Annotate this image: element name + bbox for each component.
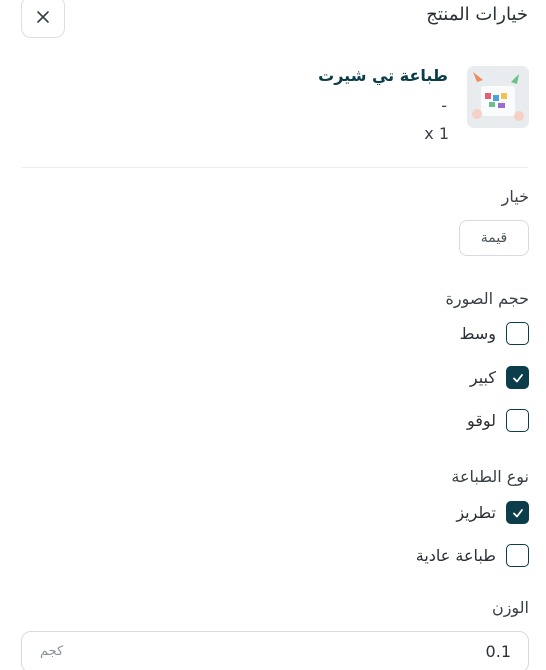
product-thumbnail (467, 66, 529, 128)
checkbox-checked[interactable] (506, 366, 529, 389)
checkmark-icon (512, 373, 523, 382)
option-label-text: كبير (469, 368, 496, 387)
option-label: خيار (501, 187, 529, 206)
image-size-option-medium[interactable]: وسط (460, 322, 529, 345)
weight-value: 0.1 (485, 642, 511, 661)
image-size-label: حجم الصورة (445, 289, 529, 308)
option-value-chip[interactable]: قيمة (459, 220, 529, 256)
checkmark-icon (512, 508, 523, 517)
product-quantity: x 1 (424, 124, 449, 143)
checkbox-checked[interactable] (506, 501, 529, 524)
divider (21, 167, 528, 168)
weight-label: الوزن (491, 598, 529, 617)
close-button[interactable] (21, 0, 65, 38)
option-label-text: لوقو (466, 411, 496, 430)
option-label-text: طباعة عادية (415, 546, 496, 565)
image-size-option-large[interactable]: كبير (470, 366, 529, 389)
print-type-option-regular[interactable]: طباعة عادية (416, 544, 529, 567)
print-type-option-embroidery[interactable]: تطريز (456, 501, 529, 524)
image-size-option-logo[interactable]: لوقو (467, 409, 529, 432)
modal-title: خيارات المنتج (426, 4, 528, 25)
checkbox[interactable] (506, 322, 529, 345)
product-variant: - (441, 96, 447, 115)
option-label-text: تطريز (456, 503, 496, 522)
option-label-text: وسط (459, 324, 496, 343)
print-type-label: نوع الطباعة (451, 467, 529, 486)
weight-input[interactable]: 0.1 كجم (21, 631, 529, 670)
weight-unit: كجم (40, 644, 64, 659)
product-name: طباعة تي شيرت (318, 66, 448, 85)
checkbox[interactable] (506, 409, 529, 432)
checkbox[interactable] (506, 544, 529, 567)
close-icon (37, 11, 49, 23)
